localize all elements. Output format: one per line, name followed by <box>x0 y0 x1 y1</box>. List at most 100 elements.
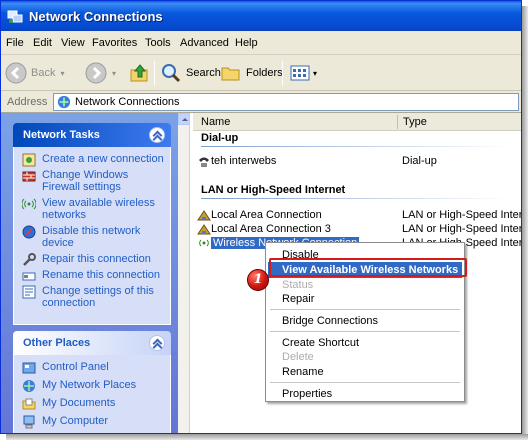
address-label: Address <box>7 96 48 108</box>
task-label: Change Windows Firewall settings <box>42 169 129 193</box>
address-bar: Address Network Connections <box>1 91 521 113</box>
menu-separator <box>270 382 460 383</box>
task-label: Create a new connection <box>42 153 164 165</box>
address-field[interactable]: Network Connections <box>53 93 519 111</box>
vertical-scrollbar[interactable] <box>178 113 190 433</box>
task-label: Change settings of this connection <box>42 285 154 309</box>
connection-row-lan1[interactable]: Local Area Connection LAN or High-Speed … <box>197 208 521 222</box>
place-my-documents[interactable]: My Documents <box>22 397 166 410</box>
menu-item-label: Bridge Connections <box>282 315 379 327</box>
back-button[interactable]: Back ▾ <box>5 61 64 85</box>
menu-item-delete: Delete <box>268 349 462 365</box>
up-button[interactable] <box>129 61 151 85</box>
task-create-connection[interactable]: Create a new connection <box>22 153 166 167</box>
network-tasks-body: Create a new connection Change Windows F… <box>13 147 171 325</box>
other-places-header[interactable]: Other Places <box>13 331 171 355</box>
collapse-icon[interactable] <box>149 335 165 351</box>
back-dropdown-icon[interactable]: ▾ <box>60 69 64 78</box>
toolbar: Back ▾ ▾ Search Folders ▾ <box>1 55 521 91</box>
window-shadow-right <box>522 6 528 440</box>
menu-advanced[interactable]: Advanced <box>180 37 229 49</box>
connection-name: Local Area Connection 3 <box>211 223 331 235</box>
lan-connection-icon <box>197 210 211 221</box>
forward-arrow-icon <box>85 62 107 84</box>
task-view-wireless[interactable]: View available wireless networks <box>22 197 166 221</box>
menu-item-label: Properties <box>282 388 333 400</box>
lan-connection-icon <box>197 224 211 235</box>
menu-tools[interactable]: Tools <box>145 37 171 49</box>
menu-item-label: Delete <box>282 351 314 363</box>
title-bar[interactable]: Network Connections <box>1 1 521 31</box>
menu-item-repair[interactable]: Repair <box>268 291 462 307</box>
wireless-icon <box>22 198 36 210</box>
task-label: Rename this connection <box>42 269 161 281</box>
explorer-window: Network Connections File Edit View Favor… <box>0 0 522 434</box>
connection-row-dialup[interactable]: teh interwebs Dial-up <box>197 154 517 168</box>
connection-name: teh interwebs <box>211 155 277 167</box>
task-rename-connection[interactable]: Rename this connection <box>22 269 166 281</box>
network-tasks-panel: Network Tasks Create a new connection Ch… <box>13 123 171 325</box>
menu-item-properties[interactable]: Properties <box>268 386 462 402</box>
network-tasks-header[interactable]: Network Tasks <box>13 123 171 147</box>
collapse-icon[interactable] <box>149 127 165 143</box>
task-label: Disable this network device <box>42 225 141 249</box>
documents-icon <box>22 398 36 410</box>
back-arrow-icon <box>5 62 27 84</box>
up-folder-icon <box>130 64 148 82</box>
menu-edit[interactable]: Edit <box>33 37 52 49</box>
scroll-up-icon[interactable] <box>178 113 190 125</box>
connection-name: Local Area Connection <box>211 209 322 221</box>
group-divider <box>201 146 513 147</box>
connection-type: Dial-up <box>402 155 437 167</box>
place-my-network-places[interactable]: My Network Places <box>22 379 166 392</box>
group-lan-title: LAN or High-Speed Internet <box>201 184 346 196</box>
place-label: My Documents <box>42 397 116 409</box>
views-button[interactable]: ▾ <box>289 61 317 85</box>
repair-icon <box>23 253 36 266</box>
network-connections-icon <box>7 10 23 23</box>
network-tasks-title: Network Tasks <box>23 129 100 141</box>
settings-icon <box>22 285 36 299</box>
search-button[interactable]: Search <box>160 61 221 85</box>
network-connections-icon <box>57 95 71 109</box>
computer-icon <box>23 415 35 429</box>
menu-item-label: Rename <box>282 366 324 378</box>
toolbar-separator <box>154 61 155 85</box>
menu-favorites[interactable]: Favorites <box>92 37 137 49</box>
firewall-icon <box>22 171 36 182</box>
menu-separator <box>270 309 460 310</box>
menu-item-rename[interactable]: Rename <box>268 364 462 380</box>
task-repair-connection[interactable]: Repair this connection <box>22 253 166 266</box>
rename-icon <box>22 272 36 281</box>
forward-dropdown-icon[interactable]: ▾ <box>112 69 116 78</box>
toolbar-separator <box>282 61 283 85</box>
task-label: Repair this connection <box>42 253 151 265</box>
place-label: My Network Places <box>42 379 137 391</box>
column-name[interactable]: Name <box>201 116 230 128</box>
back-label: Back <box>31 67 56 79</box>
menu-item-bridge[interactable]: Bridge Connections <box>268 313 462 329</box>
menu-view[interactable]: View <box>61 37 85 49</box>
task-disable-device[interactable]: Disable this network device <box>22 225 166 249</box>
disable-icon <box>22 225 36 239</box>
connection-row-lan3[interactable]: Local Area Connection 3 LAN or High-Spee… <box>197 222 521 236</box>
forward-button[interactable]: ▾ <box>85 61 116 85</box>
connection-type: LAN or High-Speed Inter... <box>402 223 522 235</box>
menu-help[interactable]: Help <box>235 37 258 49</box>
network-places-icon <box>23 380 35 392</box>
views-dropdown-icon[interactable]: ▾ <box>313 69 317 78</box>
folders-button[interactable]: Folders <box>220 61 283 85</box>
place-control-panel[interactable]: Control Panel <box>22 361 166 374</box>
place-my-computer[interactable]: My Computer <box>22 415 166 429</box>
column-divider[interactable] <box>397 115 398 129</box>
menu-item-label: Repair <box>282 293 315 305</box>
task-pane: Network Tasks Create a new connection Ch… <box>1 113 178 433</box>
other-places-panel: Other Places Control Panel My Network Pl… <box>13 331 171 433</box>
menu-file[interactable]: File <box>6 37 24 49</box>
folders-icon <box>221 67 240 81</box>
task-change-settings[interactable]: Change settings of this connection <box>22 285 166 309</box>
task-firewall-settings[interactable]: Change Windows Firewall settings <box>22 169 166 193</box>
control-panel-icon <box>22 362 36 374</box>
column-type[interactable]: Type <box>403 116 427 128</box>
dialup-icon <box>199 157 209 167</box>
